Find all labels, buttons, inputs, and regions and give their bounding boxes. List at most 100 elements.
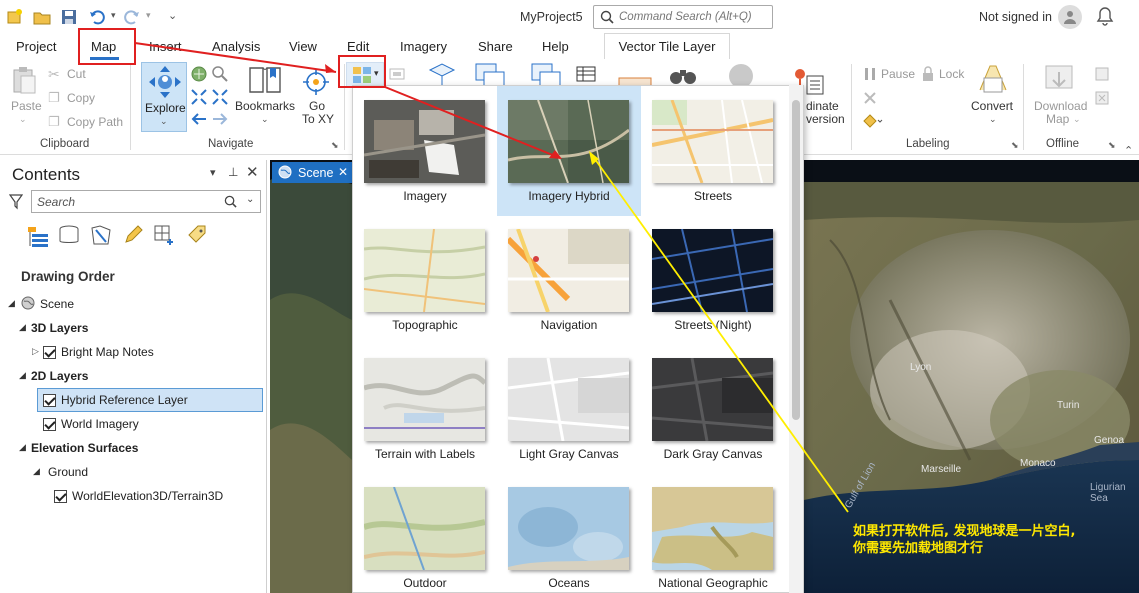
basemap-tile-light-gray-canvas[interactable]: Light Gray Canvas: [497, 344, 641, 474]
labeling-dialog-launcher-icon[interactable]: ⬊: [1011, 140, 1019, 151]
lock-labels-icon[interactable]: [920, 66, 936, 82]
basemap-tile-streets-night[interactable]: Streets (Night): [641, 215, 785, 345]
basemap-tile-outdoor[interactable]: Outdoor: [353, 473, 497, 592]
hybrid-reference-checkbox[interactable]: [43, 394, 56, 407]
close-pane-icon[interactable]: ✕: [246, 163, 259, 181]
tab-view[interactable]: View: [289, 39, 317, 54]
pane-options-icon[interactable]: ▾: [210, 166, 216, 179]
list-by-data-source-icon[interactable]: [58, 224, 80, 246]
bright-map-notes-checkbox[interactable]: [43, 346, 56, 359]
tree-elevation-surfaces[interactable]: Elevation Surfaces: [31, 441, 138, 455]
notification-bell-icon[interactable]: [1096, 6, 1114, 26]
command-search-input[interactable]: Command Search (Alt+Q): [593, 5, 773, 29]
previous-extent-icon[interactable]: [190, 111, 208, 127]
collapse-elevation-icon[interactable]: ◢: [19, 442, 26, 453]
tab-imagery[interactable]: Imagery: [400, 39, 447, 54]
full-extent-icon[interactable]: [190, 65, 208, 83]
dialog-launcher-icon[interactable]: ⬊: [331, 140, 339, 151]
copy-button[interactable]: Copy: [67, 91, 95, 105]
tab-analysis[interactable]: Analysis: [212, 39, 260, 54]
list-by-drawing-order-icon[interactable]: [26, 224, 50, 248]
paste-button[interactable]: Paste: [11, 99, 42, 113]
collapse-ground-icon[interactable]: ◢: [33, 466, 40, 477]
basemap-tile-streets[interactable]: Streets: [641, 86, 785, 216]
contents-search-input[interactable]: Search ⌄: [31, 190, 261, 213]
basemap-button[interactable]: ▾: [346, 62, 384, 87]
tab-share[interactable]: Share: [478, 39, 513, 54]
undo-icon[interactable]: [88, 8, 106, 26]
tree-3d-layers[interactable]: 3D Layers: [31, 321, 88, 335]
user-avatar-icon[interactable]: [1058, 5, 1082, 29]
tab-project[interactable]: Project: [16, 39, 56, 54]
next-extent-icon[interactable]: [211, 111, 229, 127]
more-labeling-icon[interactable]: [862, 113, 884, 129]
tree-ground[interactable]: Ground: [48, 465, 88, 479]
lock-button[interactable]: Lock: [939, 67, 964, 81]
list-by-labeling-icon[interactable]: [186, 224, 208, 246]
tree-world-imagery[interactable]: World Imagery: [61, 417, 139, 431]
undo-dropdown-icon[interactable]: ▾: [111, 10, 116, 21]
bookmarks-button[interactable]: Bookmarks: [235, 99, 295, 113]
paste-dropdown-icon[interactable]: ⌄: [19, 114, 27, 125]
customize-qat-icon[interactable]: ⌄: [168, 9, 177, 22]
go-to-xy-button-line2[interactable]: To XY: [302, 112, 334, 126]
collapse-scene-icon[interactable]: ◢: [8, 298, 15, 309]
add-data-icon[interactable]: [388, 66, 406, 82]
cut-button[interactable]: Cut: [67, 67, 86, 81]
world-elevation-checkbox[interactable]: [54, 490, 67, 503]
fixed-zoom-icon[interactable]: [211, 65, 229, 83]
tree-scene[interactable]: Scene: [40, 297, 74, 311]
open-project-icon[interactable]: [33, 8, 51, 26]
sync-icon[interactable]: [1094, 66, 1110, 82]
tree-2d-layers[interactable]: 2D Layers: [31, 369, 88, 383]
pause-labels-icon[interactable]: [862, 66, 878, 82]
basemap-tile-imagery-hybrid[interactable]: Imagery Hybrid: [497, 86, 641, 216]
expand-bright-map-notes-icon[interactable]: ▷: [32, 346, 39, 357]
offline-dialog-launcher-icon[interactable]: ⬊: [1108, 140, 1116, 151]
go-to-xy-button-line1[interactable]: Go: [309, 99, 325, 113]
world-imagery-checkbox[interactable]: [43, 418, 56, 431]
zoom-out-arrows-icon[interactable]: [211, 88, 229, 106]
tree-hybrid-reference-layer[interactable]: Hybrid Reference Layer: [61, 393, 188, 407]
bookmarks-dropdown-icon[interactable]: ⌄: [261, 114, 269, 125]
list-by-snapping-icon[interactable]: [153, 224, 175, 246]
download-map-button-line2[interactable]: Map: [1046, 112, 1069, 126]
tree-world-elevation[interactable]: WorldElevation3D/Terrain3D: [72, 489, 223, 503]
download-map-button-line1[interactable]: Download: [1034, 99, 1087, 113]
basemap-tile-topographic[interactable]: Topographic: [353, 215, 497, 345]
basemap-tile-national-geographic[interactable]: National Geographic: [641, 473, 785, 592]
download-dropdown-icon[interactable]: ⌄: [1073, 114, 1081, 125]
close-scene-tab-icon[interactable]: ✕: [338, 165, 348, 179]
pin-icon[interactable]: ⊥: [228, 165, 238, 179]
basemap-tile-oceans[interactable]: Oceans: [497, 473, 641, 592]
view-unplaced-icon[interactable]: [862, 90, 878, 106]
redo-icon[interactable]: [123, 8, 141, 26]
convert-dropdown-icon[interactable]: ⌄: [989, 114, 997, 125]
collapse-3d-layers-icon[interactable]: ◢: [19, 322, 26, 333]
basemap-tile-terrain-with-labels[interactable]: Terrain with Labels: [353, 344, 497, 474]
collapse-2d-layers-icon[interactable]: ◢: [19, 370, 26, 381]
copy-path-button[interactable]: Copy Path: [67, 115, 123, 129]
table-icon[interactable]: [576, 66, 596, 82]
list-by-selection-icon[interactable]: [90, 224, 112, 246]
zoom-in-arrows-icon[interactable]: [190, 88, 208, 106]
tab-help[interactable]: Help: [542, 39, 569, 54]
list-by-editing-icon[interactable]: [122, 224, 144, 246]
save-icon[interactable]: [60, 8, 78, 26]
explore-binoculars-icon[interactable]: [668, 64, 698, 86]
filter-icon[interactable]: [9, 194, 23, 210]
tab-vector-tile-layer[interactable]: Vector Tile Layer: [604, 33, 730, 59]
conversion-text-partial[interactable]: version: [806, 112, 845, 126]
tree-bright-map-notes[interactable]: Bright Map Notes: [61, 345, 154, 359]
remove-offline-icon[interactable]: [1094, 90, 1110, 106]
redo-dropdown-icon[interactable]: ▾: [146, 10, 151, 21]
new-project-icon[interactable]: [6, 8, 24, 26]
explore-button[interactable]: Explore ⌄: [141, 62, 187, 132]
gallery-scrollbar-thumb[interactable]: [792, 100, 800, 420]
basemap-tile-imagery[interactable]: Imagery: [353, 86, 497, 216]
collapse-ribbon-icon[interactable]: ⌃: [1124, 144, 1133, 157]
basemap-tile-dark-gray-canvas[interactable]: Dark Gray Canvas: [641, 344, 785, 474]
pause-button[interactable]: Pause: [881, 67, 915, 81]
paste-icon[interactable]: [12, 66, 38, 96]
basemap-tile-navigation[interactable]: Navigation: [497, 215, 641, 345]
